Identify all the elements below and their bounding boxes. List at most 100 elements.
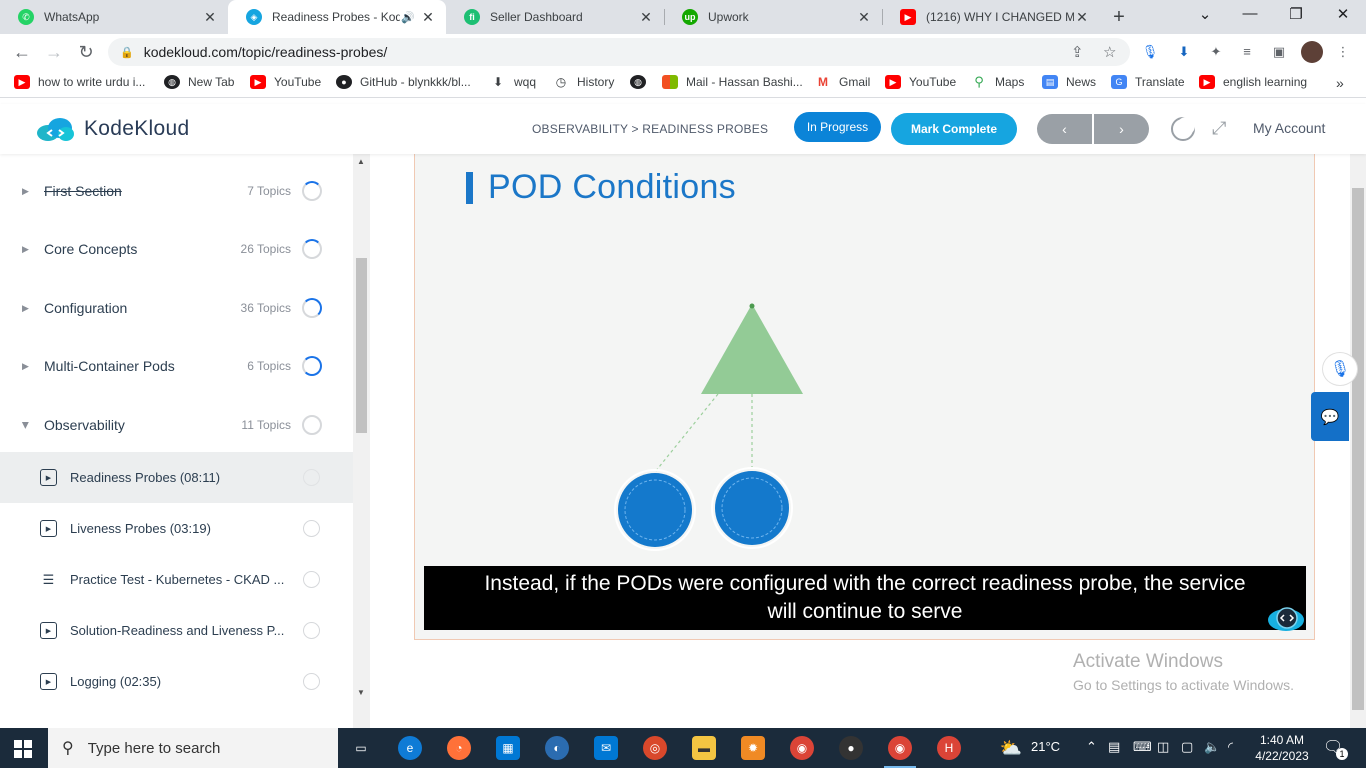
store-icon[interactable]: ▦ [496,736,520,760]
chrome-profile-icon[interactable]: ◉ [884,736,916,768]
bookmark-item[interactable]: ▤ News [1042,75,1096,89]
tab-upwork[interactable]: up Upwork ✕ [664,0,882,34]
section-multi-container-pods[interactable]: ▶ Multi-Container Pods 6 Topics [0,337,353,395]
completion-ring-icon[interactable] [303,469,320,486]
reload-button[interactable]: ↻ [74,41,98,63]
expand-triangle-icon[interactable]: ▶ [22,186,29,197]
lesson-item-solution[interactable]: ▶ Solution-Readiness and Liveness P... [0,605,353,656]
fullscreen-icon[interactable]: ⤢ [1212,118,1226,139]
close-window-button[interactable]: ✕ [1331,5,1355,23]
section-observability[interactable]: ▶ Observability 11 Topics [0,396,353,454]
lesson-item-liveness-probes[interactable]: ▶ Liveness Probes (03:19) [0,503,353,554]
bookmark-item[interactable]: ▶ YouTube [250,75,321,89]
system-clock[interactable]: 1:40 AM 4/22/2023 [1252,732,1312,764]
close-icon[interactable]: ✕ [202,9,218,26]
close-icon[interactable]: ✕ [856,9,872,26]
restore-button[interactable]: ❐ [1284,5,1308,23]
tab-youtube[interactable]: ▶ (1216) WHY I CHANGED MY ✕ [882,0,1100,34]
taskbar-search-input[interactable]: ⚲ Type here to search [48,728,338,768]
lesson-item-logging[interactable]: ▶ Logging (02:35) [0,656,353,707]
weather-icon[interactable]: ⛅ [999,736,1023,760]
lesson-item-readiness-probes[interactable]: ▶ Readiness Probes (08:11) [0,452,353,503]
more-bookmarks-icon[interactable]: » [1336,75,1344,91]
obs-icon[interactable]: ● [839,736,863,760]
star-icon[interactable]: ☆ [1103,43,1116,61]
bookmark-item[interactable]: ◷ History [553,75,615,89]
lesson-item-practice-test[interactable]: ☰ Practice Test - Kubernetes - CKAD ... [0,554,353,605]
voice-microphone-icon[interactable]: 🎙 [1322,352,1358,386]
temperature-text[interactable]: 21°C [1031,739,1060,754]
bookmark-item[interactable]: M Gmail [815,75,870,89]
sidebar-scrollbar[interactable]: ▲ ▼ [353,154,370,728]
bookmark-item[interactable]: ◍ New Tab [164,75,234,89]
expand-triangle-icon[interactable]: ▶ [22,361,29,372]
chrome-icon[interactable]: ◉ [790,736,814,760]
tray-expand-icon[interactable]: ⌃ [1086,739,1097,755]
in-progress-button[interactable]: In Progress [794,112,881,142]
expand-triangle-icon[interactable]: ▶ [22,244,29,255]
share-icon[interactable]: ⇪ [1071,43,1084,61]
windows-start-icon[interactable] [14,740,32,758]
scroll-up-arrow-icon[interactable]: ▲ [357,157,365,166]
forward-button[interactable]: → [42,41,66,63]
tab-readiness-probes[interactable]: ◈ Readiness Probes - Kode 🔊 ✕ [228,0,446,34]
bookmark-item[interactable]: ⬇ wqq [490,75,536,89]
camera-icon[interactable]: ◫ [1157,739,1169,755]
app-icon[interactable]: ◎ [643,736,667,760]
collapse-triangle-icon[interactable]: ▶ [20,422,31,429]
bookmark-item[interactable]: ⚲ Maps [971,74,1024,89]
previous-lesson-button[interactable]: ‹ [1037,114,1092,144]
download-extension-icon[interactable]: ⬇ [1175,43,1193,61]
bookmark-item[interactable]: ▶ YouTube [885,75,956,89]
page-scroll-thumb[interactable] [1352,188,1364,710]
speaker-icon[interactable]: 🔊 [400,11,416,24]
firefox-icon[interactable]: ◔ [447,736,471,760]
close-icon[interactable]: ✕ [420,9,436,26]
chrome-profile-h-icon[interactable]: H [937,736,961,760]
mark-complete-button[interactable]: Mark Complete [891,113,1017,145]
tab-search-icon[interactable]: ⌄ [1193,5,1217,23]
new-tab-button[interactable]: + [1108,6,1130,29]
mail-icon[interactable]: ✉ [594,736,618,760]
task-view-icon[interactable]: ▭ [349,736,373,760]
next-lesson-button[interactable]: › [1094,114,1149,144]
media-controls-icon[interactable]: ≡ [1238,43,1256,61]
scroll-down-arrow-icon[interactable]: ▼ [357,688,365,697]
settings-app-icon[interactable]: ✹ [741,736,765,760]
expand-triangle-icon[interactable]: ▶ [22,303,29,314]
bookmark-item[interactable]: ▶ english learning [1199,75,1307,89]
back-button[interactable]: ← [10,41,34,63]
keyboard-icon[interactable]: ⌨ [1133,739,1152,755]
section-first-section[interactable]: ▶ First Section 7 Topics [0,162,353,220]
url-field[interactable]: 🔒 kodekloud.com/topic/readiness-probes/ [108,38,1130,66]
completion-ring-icon[interactable] [303,673,320,690]
tab-seller-dashboard[interactable]: fi Seller Dashboard ✕ [446,0,664,34]
completion-ring-icon[interactable] [303,520,320,537]
bookmark-item[interactable]: G Translate [1111,75,1185,89]
display-icon[interactable]: ▢ [1181,739,1193,755]
dark-mode-toggle-icon[interactable] [1171,117,1195,141]
microphone-extension-icon[interactable]: 🎙 [1141,43,1159,61]
menu-kebab-icon[interactable]: ⋮ [1334,43,1352,61]
completion-ring-icon[interactable] [303,622,320,639]
close-icon[interactable]: ✕ [1074,9,1090,26]
bookmark-item[interactable]: ▶ how to write urdu i... [14,75,145,89]
tab-whatsapp[interactable]: ✆ WhatsApp ✕ [0,0,228,34]
completion-ring-icon[interactable] [303,571,320,588]
bookmark-item[interactable]: ● GitHub - blynkkk/bl... [336,75,471,89]
wifi-icon[interactable]: ◜ [1228,739,1233,755]
volume-icon[interactable]: 🔈 [1204,739,1220,755]
bookmark-item[interactable]: ◍ [630,75,654,89]
extensions-icon[interactable]: ✦ [1207,43,1225,61]
file-explorer-icon[interactable]: ▬ [692,736,716,760]
network-device-icon[interactable]: ▤ [1108,739,1120,755]
profile-avatar[interactable] [1301,41,1323,63]
browser-app-icon[interactable]: ◐ [545,736,569,760]
close-icon[interactable]: ✕ [638,9,654,26]
section-core-concepts[interactable]: ▶ Core Concepts 26 Topics [0,220,353,278]
minimize-button[interactable]: — [1238,5,1262,22]
chat-bubble-icon[interactable]: 💬 [1311,392,1349,441]
video-player[interactable]: POD Conditions Instead, if the PODs were… [414,154,1315,640]
sidebar-scroll-thumb[interactable] [356,258,367,433]
page-scrollbar[interactable] [1350,154,1366,728]
